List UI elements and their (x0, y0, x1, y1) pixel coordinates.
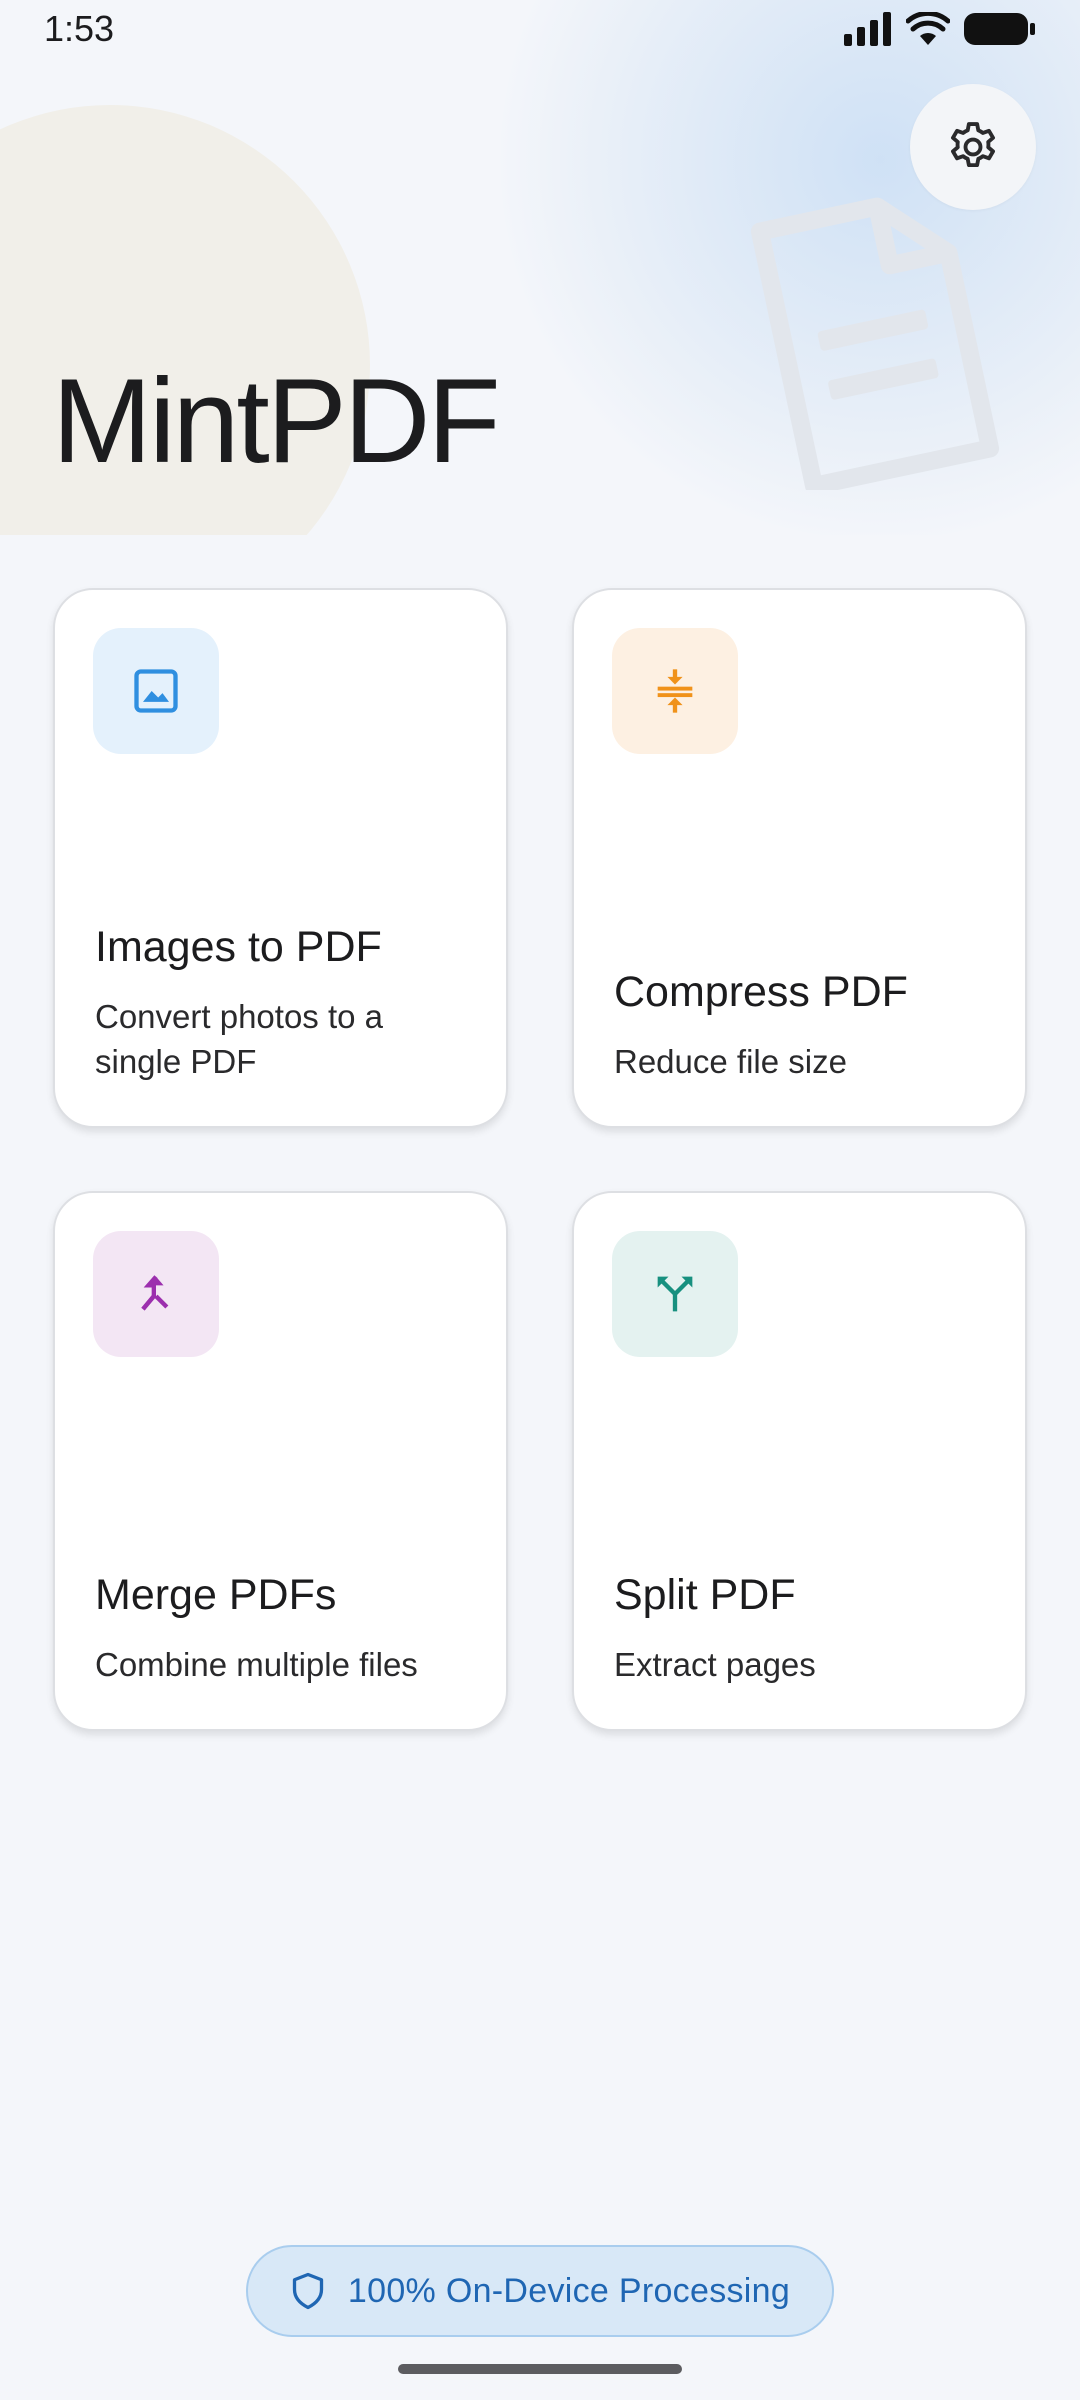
compress-icon (657, 669, 693, 713)
battery-icon (964, 13, 1035, 45)
gear-icon (951, 122, 995, 168)
document-watermark-icon (750, 197, 1000, 490)
merge-pdfs-card[interactable]: Merge PDFs Combine multiple files (53, 1191, 508, 1731)
status-icons (844, 12, 1036, 46)
card-subtitle: Extract pages (614, 1646, 816, 1683)
card-title: Merge PDFs (95, 1571, 337, 1619)
shield-icon (292, 2272, 324, 2310)
card-title: Images to PDF (95, 923, 382, 971)
images-to-pdf-icon-tile (93, 628, 219, 754)
images-to-pdf-text: Images to PDF Convert photos to a single… (95, 923, 476, 1084)
split-icon (657, 1276, 693, 1312)
split-pdf-card[interactable]: Split PDF Extract pages (572, 1191, 1027, 1731)
wifi-icon (906, 12, 950, 45)
home-screen: 1:53 MintPDF Images to PDF Convert photo… (0, 0, 1080, 2400)
card-subtitle: Convert photos to a single PDF (95, 998, 384, 1080)
merge-icon (141, 1275, 169, 1311)
images-to-pdf-card[interactable]: Images to PDF Convert photos to a single… (53, 588, 508, 1128)
home-indicator[interactable] (398, 2364, 682, 2374)
compress-pdf-text: Compress PDF Reduce file size (614, 968, 995, 1084)
card-title: Compress PDF (614, 968, 908, 1016)
merge-pdfs-icon-tile (93, 1231, 219, 1357)
image-icon (134, 669, 178, 713)
compress-pdf-card[interactable]: Compress PDF Reduce file size (572, 588, 1027, 1128)
compress-pdf-icon-tile (612, 628, 738, 754)
split-pdf-icon-tile (612, 1231, 738, 1357)
status-bar: 1:53 (0, 0, 1080, 62)
privacy-label: 100% On-Device Processing (347, 2271, 791, 2310)
split-pdf-text: Split PDF Extract pages (614, 1571, 995, 1687)
cellular-signal-icon (844, 12, 891, 46)
status-time: 1:53 (44, 8, 115, 49)
card-title: Split PDF (614, 1571, 796, 1619)
settings-button[interactable] (910, 84, 1036, 210)
on-device-processing-badge: 100% On-Device Processing (246, 2245, 834, 2337)
merge-pdfs-text: Merge PDFs Combine multiple files (95, 1571, 476, 1687)
app-title: MintPDF (52, 354, 501, 488)
card-subtitle: Reduce file size (614, 1043, 847, 1080)
card-subtitle: Combine multiple files (95, 1646, 418, 1683)
